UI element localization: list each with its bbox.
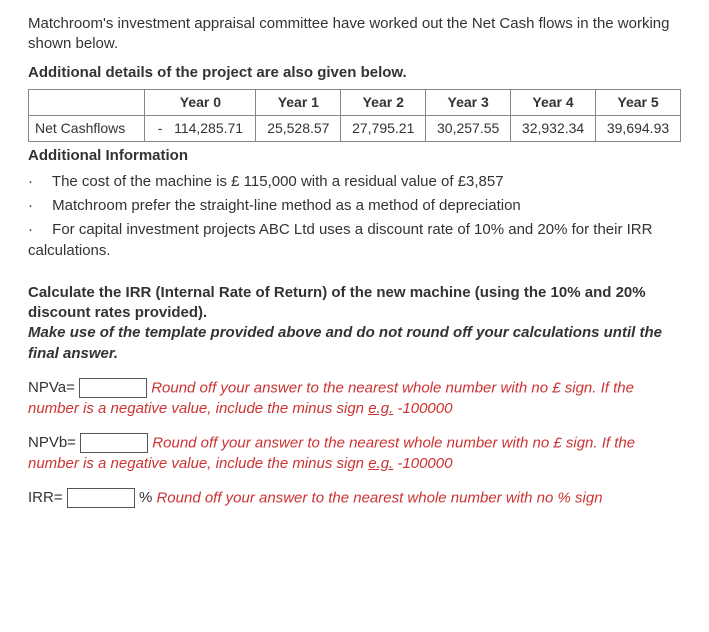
- npva-input[interactable]: [79, 378, 147, 398]
- th-year2: Year 2: [341, 89, 426, 115]
- calc-note: Make use of the template provided above …: [28, 323, 681, 364]
- cashflow-table: Year 0 Year 1 Year 2 Year 3 Year 4 Year …: [28, 89, 681, 142]
- cell-y3: 30,257.55: [426, 115, 511, 141]
- additional-info-title: Additional Information: [28, 146, 681, 166]
- table-row: Net Cashflows - 114,285.71 25,528.57 27,…: [29, 115, 681, 141]
- irr-suffix: %: [139, 489, 152, 506]
- th-year4: Year 4: [511, 89, 596, 115]
- bullet-2: · Matchroom prefer the straight-line met…: [28, 196, 681, 216]
- section-title: Additional details of the project are al…: [28, 63, 681, 83]
- npva-label: NPVa=: [28, 379, 75, 396]
- bullet-icon: ·: [28, 172, 48, 192]
- intro-text: Matchroom's investment appraisal committ…: [28, 14, 681, 55]
- irr-line: IRR= % Round off your answer to the near…: [28, 488, 681, 509]
- cell-y0: - 114,285.71: [145, 115, 256, 141]
- eg-link: e.g.: [368, 455, 393, 472]
- npvb-input[interactable]: [80, 433, 148, 453]
- cell-y1: 25,528.57: [256, 115, 341, 141]
- cell-y5: 39,694.93: [596, 115, 681, 141]
- th-year0: Year 0: [145, 89, 256, 115]
- bullet-icon: ·: [28, 220, 48, 240]
- bullet-3: · For capital investment projects ABC Lt…: [28, 220, 681, 261]
- npvb-label: NPVb=: [28, 434, 76, 451]
- eg-link: e.g.: [368, 400, 393, 417]
- th-year1: Year 1: [256, 89, 341, 115]
- bullet-text: For capital investment projects ABC Ltd …: [28, 221, 652, 258]
- bullet-text: The cost of the machine is £ 115,000 wit…: [52, 173, 504, 190]
- bullet-text: Matchroom prefer the straight-line metho…: [52, 197, 521, 214]
- cell-y4: 32,932.34: [511, 115, 596, 141]
- th-year3: Year 3: [426, 89, 511, 115]
- th-blank: [29, 89, 145, 115]
- npva-line: NPVa= Round off your answer to the neare…: [28, 378, 681, 419]
- cell-y2: 27,795.21: [341, 115, 426, 141]
- eg-value: -100000: [397, 455, 452, 472]
- table-header-row: Year 0 Year 1 Year 2 Year 3 Year 4 Year …: [29, 89, 681, 115]
- bullet-icon: ·: [28, 196, 48, 216]
- npvb-line: NPVb= Round off your answer to the neare…: [28, 433, 681, 474]
- irr-input[interactable]: [67, 488, 135, 508]
- row-label: Net Cashflows: [29, 115, 145, 141]
- th-year5: Year 5: [596, 89, 681, 115]
- irr-hint: Round off your answer to the nearest who…: [156, 489, 602, 506]
- calc-instruction: Calculate the IRR (Internal Rate of Retu…: [28, 283, 681, 324]
- irr-label: IRR=: [28, 489, 63, 506]
- bullet-1: · The cost of the machine is £ 115,000 w…: [28, 172, 681, 192]
- eg-value: -100000: [397, 400, 452, 417]
